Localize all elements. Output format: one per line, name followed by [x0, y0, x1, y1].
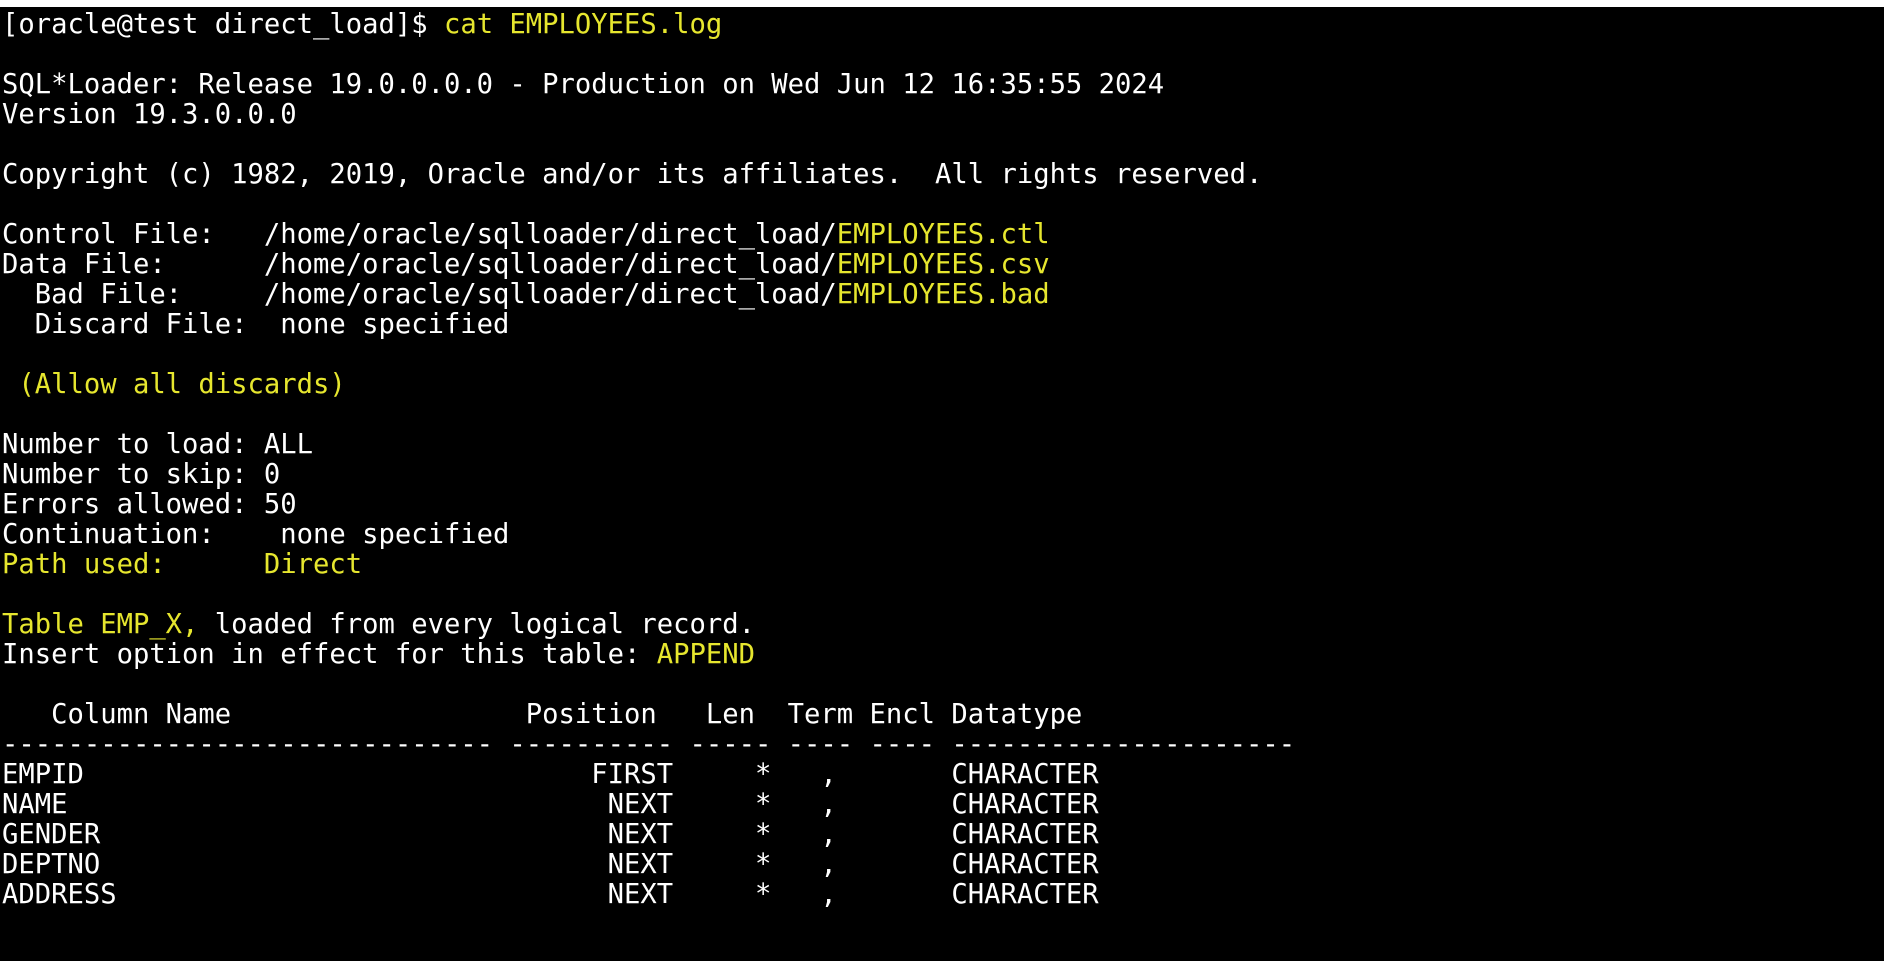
terminal-text-segment: loaded from every logical record. [198, 609, 755, 640]
terminal-text-segment: EMPLOYEES.bad [836, 279, 1050, 310]
terminal-text-segment: Table EMP_X, [2, 609, 199, 640]
terminal-text-segment: ADDRESS NEXT * , CHARACTER [2, 879, 1099, 910]
terminal-line: GENDER NEXT * , CHARACTER [2, 820, 1295, 850]
terminal-line: Number to load: ALL [2, 430, 1295, 460]
terminal-line: Data File: /home/oracle/sqlloader/direct… [2, 250, 1295, 280]
terminal-line: (Allow all discards) [2, 370, 1295, 400]
terminal-line: NAME NEXT * , CHARACTER [2, 790, 1295, 820]
terminal-text-segment: Discard File: none specified [2, 309, 510, 340]
terminal-text-segment: Version 19.3.0.0.0 [2, 99, 297, 130]
terminal-line: SQL*Loader: Release 19.0.0.0.0 - Product… [2, 70, 1295, 100]
terminal-text-segment: DEPTNO NEXT * , CHARACTER [2, 849, 1099, 880]
terminal-text-segment: Number to load: ALL [2, 429, 313, 460]
terminal-line: Control File: /home/oracle/sqlloader/dir… [2, 220, 1295, 250]
terminal-line: Bad File: /home/oracle/sqlloader/direct_… [2, 280, 1295, 310]
terminal-text-segment: EMPLOYEES.ctl [836, 219, 1050, 250]
terminal-line: Column Name Position Len Term Encl Datat… [2, 700, 1295, 730]
terminal-line: DEPTNO NEXT * , CHARACTER [2, 850, 1295, 880]
terminal-output: [oracle@test direct_load]$ cat EMPLOYEES… [2, 10, 1295, 910]
terminal-text-segment: APPEND [656, 639, 755, 670]
terminal-line: Copyright (c) 1982, 2019, Oracle and/or … [2, 160, 1295, 190]
terminal-text-segment: GENDER NEXT * , CHARACTER [2, 819, 1099, 850]
terminal-text-segment: Continuation: none specified [2, 519, 510, 550]
terminal-text-segment: Data File: /home/oracle/sqlloader/direct… [2, 249, 837, 280]
terminal-text-segment: Errors allowed: 50 [2, 489, 297, 520]
terminal-text-segment: Control File: /home/oracle/sqlloader/dir… [2, 219, 837, 250]
terminal-text-segment: [oracle@test direct_load]$ [2, 9, 444, 40]
terminal-text-segment: Number to skip: 0 [2, 459, 281, 490]
terminal-line: Path used: Direct [2, 550, 1295, 580]
terminal-text-segment: Copyright (c) 1982, 2019, Oracle and/or … [2, 159, 1263, 190]
terminal-line: Discard File: none specified [2, 310, 1295, 340]
terminal-line: Version 19.3.0.0.0 [2, 100, 1295, 130]
terminal-text-segment: EMPID FIRST * , CHARACTER [2, 759, 1099, 790]
terminal-line: Insert option in effect for this table: … [2, 640, 1295, 670]
terminal-text-segment: cat EMPLOYEES.log [443, 9, 723, 40]
terminal-text-segment: Bad File: /home/oracle/sqlloader/direct_… [2, 279, 837, 310]
terminal-text-segment: SQL*Loader: Release 19.0.0.0.0 - Product… [2, 69, 1165, 100]
terminal-line: Continuation: none specified [2, 520, 1295, 550]
terminal-text-segment: NAME NEXT * , CHARACTER [2, 789, 1099, 820]
terminal-line: Number to skip: 0 [2, 460, 1295, 490]
terminal-text-segment: (Allow all discards) [2, 369, 346, 400]
terminal-line: EMPID FIRST * , CHARACTER [2, 760, 1295, 790]
terminal-text-segment: ------------------------------ ---------… [2, 729, 1296, 760]
terminal-line: Errors allowed: 50 [2, 490, 1295, 520]
terminal-text-segment: EMPLOYEES.csv [836, 249, 1050, 280]
terminal-text-segment: Path used: Direct [2, 549, 363, 580]
terminal-line: [oracle@test direct_load]$ cat EMPLOYEES… [2, 10, 1295, 40]
terminal-text-segment: Column Name Position Len Term Encl Datat… [2, 699, 1083, 730]
terminal-line: ADDRESS NEXT * , CHARACTER [2, 880, 1295, 910]
terminal-text-segment: Insert option in effect for this table: [2, 639, 657, 670]
terminal-line: ------------------------------ ---------… [2, 730, 1295, 760]
terminal-window[interactable]: [oracle@test direct_load]$ cat EMPLOYEES… [0, 7, 1884, 961]
terminal-line: Table EMP_X, loaded from every logical r… [2, 610, 1295, 640]
